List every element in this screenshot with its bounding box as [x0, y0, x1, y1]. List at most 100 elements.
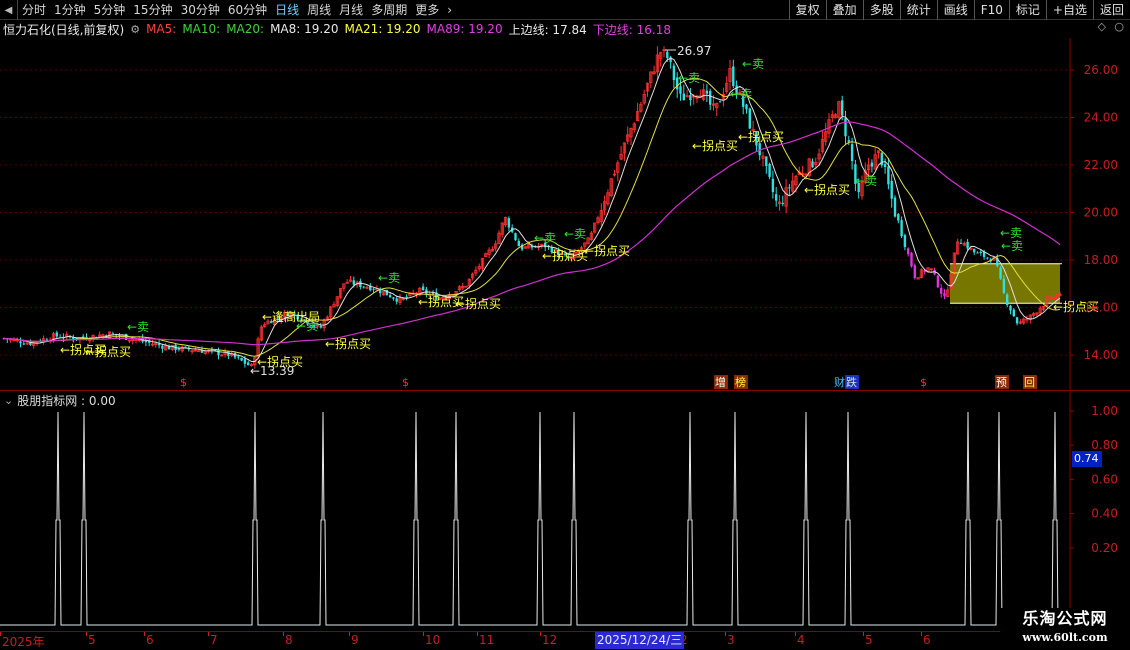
candle-body [775, 194, 778, 201]
candle-body [768, 163, 771, 177]
x-axis-tick [349, 632, 350, 636]
x-axis-tick [423, 632, 424, 636]
low-price-label: ←13.39 [250, 364, 294, 378]
candle-body [897, 214, 900, 221]
period-tab-6[interactable]: 日线 [271, 0, 303, 20]
x-axis-label: 3 [727, 633, 735, 647]
period-tab-2[interactable]: 5分钟 [90, 0, 130, 20]
candle-body [689, 95, 692, 101]
period-tab-8[interactable]: 月线 [335, 0, 367, 20]
watermark-title: 乐淘公式网 [1022, 609, 1108, 628]
period-tab-5[interactable]: 60分钟 [224, 0, 271, 20]
y-tick-label: 24.00 [1084, 111, 1118, 125]
candle-body [900, 220, 903, 237]
period-tab-3[interactable]: 15分钟 [129, 0, 176, 20]
candle-body [1002, 278, 1006, 293]
event-tag: 回 [1024, 376, 1035, 389]
period-tab-4[interactable]: 30分钟 [177, 0, 224, 20]
candle-body [976, 252, 979, 254]
candle-body [514, 233, 517, 241]
candle-body [184, 346, 187, 348]
period-tab-1[interactable]: 1分钟 [50, 0, 90, 20]
ma21-label: MA21: 19.20 [344, 22, 421, 36]
candle-body [718, 101, 722, 103]
panel-separator [0, 390, 1130, 391]
y-tick-label: 22.00 [1084, 158, 1118, 172]
x-axis-tick [795, 632, 796, 636]
toolbar-button-0[interactable]: 复权 [788, 0, 826, 20]
period-tab-0[interactable]: 分时 [18, 0, 50, 20]
indicator-title: 股朋指标网 : 0.00 [17, 393, 116, 408]
sell-signal: ←卖 [1001, 239, 1023, 253]
candle-body [870, 162, 874, 167]
buy-signal: ←拐点买 [325, 336, 371, 351]
period-tab-7[interactable]: 周线 [303, 0, 335, 20]
ma8-line [3, 57, 1061, 362]
buy-signal: ←拐点买 [692, 138, 738, 153]
toolbar-button-4[interactable]: 画线 [936, 0, 974, 20]
candle-body [732, 66, 735, 87]
x-axis-tick [725, 632, 726, 636]
toolbar-button-1[interactable]: 叠加 [825, 0, 863, 20]
indicator-chart[interactable]: 1.000.800.600.400.20 [0, 392, 1130, 632]
candle-body [966, 241, 969, 249]
y-tick-label: 18.00 [1084, 253, 1118, 267]
toolbar-left-arrow-icon[interactable]: ◀ [0, 0, 18, 20]
period-tab-10[interactable]: 更多 [411, 0, 443, 20]
sell-signal: ←卖 [378, 271, 400, 285]
event-tag: $ [180, 376, 187, 389]
event-tag: 财 [834, 375, 845, 389]
settings-gear-icon[interactable]: ⚙ [130, 23, 140, 36]
stock-title[interactable]: 恒力石化(日线,前复权) [3, 21, 124, 38]
event-tag: 榜 [735, 375, 746, 389]
candlestick-chart[interactable]: ←卖←卖←卖 ←卖←卖←卖←卖←卖←卖←卖←卖←拐点买←拐点买←拐点买←拐点买←拐… [0, 38, 1130, 390]
diamond-icon[interactable]: ◇ [1098, 20, 1106, 33]
candle-body [372, 288, 375, 290]
toolbar-button-8[interactable]: 返回 [1092, 0, 1130, 20]
toolbar-button-5[interactable]: F10 [973, 0, 1009, 20]
candle-body [237, 356, 240, 358]
toolbar-button-7[interactable]: +自选 [1045, 0, 1093, 20]
candle-body [359, 281, 362, 287]
x-axis-label: 2025年 [2, 635, 45, 649]
x-axis-label: 5 [865, 633, 873, 647]
candle-body [709, 90, 712, 105]
circle-icon[interactable]: ○ [1114, 20, 1124, 33]
candle-body [850, 144, 854, 162]
sell-signal: ←卖 [742, 57, 764, 71]
candle-body [847, 140, 850, 142]
event-tag: $ [920, 376, 927, 389]
toolbar-button-3[interactable]: 统计 [899, 0, 937, 20]
x-axis-label: 8 [285, 633, 293, 647]
high-exit-signal: ←逢高出局 [262, 309, 320, 324]
indicator-value-tag: 0.74 [1072, 451, 1102, 467]
candle-body [745, 104, 748, 110]
buy-signal: ←拐点买 [738, 129, 784, 144]
sell-signal: ←卖 [564, 227, 586, 241]
candle-body [352, 280, 355, 285]
toolbar-button-2[interactable]: 多股 [862, 0, 900, 20]
more-chevron-icon[interactable]: › [443, 0, 456, 20]
ma8-label: MA8: 19.20 [270, 22, 339, 36]
toolbar-button-6[interactable]: 标记 [1008, 0, 1046, 20]
candle-body [431, 293, 435, 295]
x-axis-label: 11 [479, 633, 495, 647]
period-toolbar: ◀ 分时 1分钟 5分钟 15分钟 30分钟 60分钟 日线 周线 月线 多周期 更多 › 复权 叠加… [0, 0, 1130, 20]
buy-signal: ←拐点买 [584, 243, 630, 258]
candle-body [788, 187, 791, 189]
x-axis-label: 7 [210, 633, 218, 647]
indicator-line [0, 411, 1070, 626]
sub-y-label: 1.00 [1091, 404, 1118, 418]
candle-body [910, 252, 913, 267]
candle-body [841, 100, 844, 116]
x-axis-label: 6 [146, 633, 154, 647]
ma5-label: MA5: [146, 22, 177, 36]
candle-body [973, 248, 976, 253]
x-axis-label: 4 [797, 633, 805, 647]
watermark-url: www.60lt.com [1022, 631, 1108, 644]
high-price-label: 26.97 [677, 44, 711, 58]
collapse-icon[interactable]: ⌄ [4, 394, 13, 407]
candle-body [666, 51, 669, 59]
period-tab-9[interactable]: 多周期 [367, 0, 411, 20]
candle-body [748, 108, 751, 129]
